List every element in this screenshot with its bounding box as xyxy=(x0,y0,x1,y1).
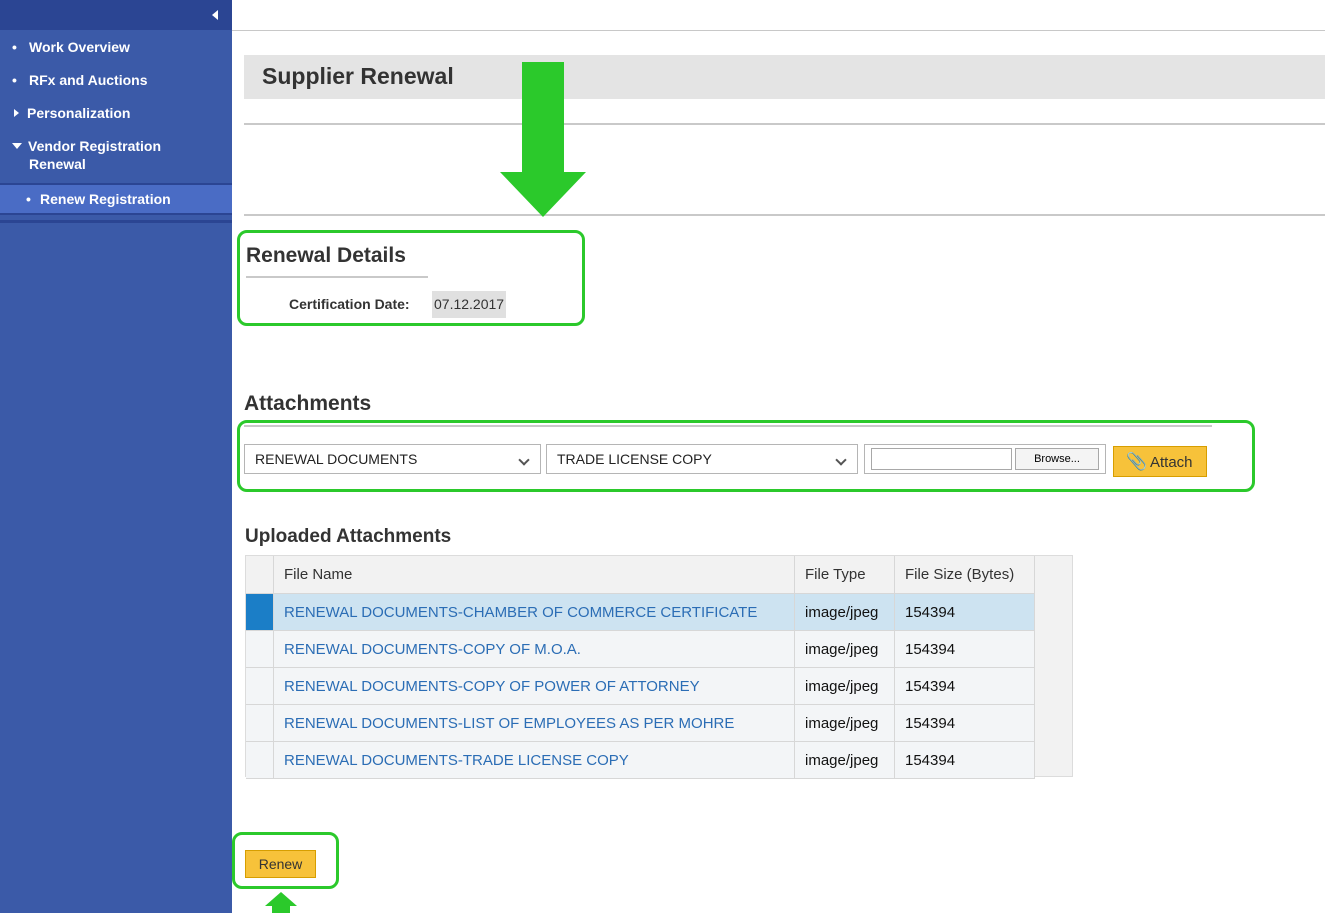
sidebar-item-personalization[interactable]: Personalization xyxy=(0,96,232,129)
page-header: Supplier Renewal xyxy=(244,55,1325,99)
highlight-renewal-details xyxy=(237,230,585,326)
uploaded-attachments-table: File Name File Type File Size (Bytes) RE… xyxy=(245,555,1073,779)
expand-arrow-icon xyxy=(14,109,19,117)
sidebar-header xyxy=(0,0,232,30)
file-size-cell: 154394 xyxy=(894,593,1035,631)
sidebar-item-rfx-auctions[interactable]: • RFx and Auctions xyxy=(0,63,232,96)
bullet-icon: • xyxy=(12,39,17,55)
table-row[interactable]: RENEWAL DOCUMENTS-CHAMBER OF COMMERCE CE… xyxy=(246,593,1035,631)
file-name-link[interactable]: RENEWAL DOCUMENTS-TRADE LICENSE COPY xyxy=(273,741,795,779)
row-selector[interactable] xyxy=(246,704,274,742)
file-size-cell: 154394 xyxy=(894,667,1035,705)
sidebar-item-label: RFx and Auctions xyxy=(29,72,148,88)
sidebar-item-renew-registration[interactable]: • Renew Registration xyxy=(0,183,232,215)
sidebar-item-label: Work Overview xyxy=(29,39,130,55)
bullet-icon: • xyxy=(26,191,31,207)
sidebar-nav: • Work Overview • RFx and Auctions Persona… xyxy=(0,30,232,180)
file-name-link[interactable]: RENEWAL DOCUMENTS-COPY OF POWER OF ATTOR… xyxy=(273,667,795,705)
divider xyxy=(244,123,1325,125)
row-selector[interactable] xyxy=(246,593,274,631)
sidebar-item-work-overview[interactable]: • Work Overview xyxy=(0,30,232,63)
arrow-up-shaft-icon xyxy=(272,905,290,913)
column-header-file-name[interactable]: File Name xyxy=(273,556,795,594)
file-type-cell: image/jpeg xyxy=(794,630,895,668)
divider xyxy=(232,30,1325,31)
file-type-cell: image/jpeg xyxy=(794,593,895,631)
highlight-attachments-row xyxy=(237,420,1255,492)
file-type-cell: image/jpeg xyxy=(794,704,895,742)
sidebar-item-label: Personalization xyxy=(27,105,131,121)
sidebar-item-label-line2: Renewal xyxy=(29,156,86,172)
arrow-down-head-icon xyxy=(500,172,586,217)
collapse-sidebar-icon[interactable] xyxy=(212,10,218,20)
file-type-cell: image/jpeg xyxy=(794,741,895,779)
row-selector[interactable] xyxy=(246,630,274,668)
file-name-link[interactable]: RENEWAL DOCUMENTS-LIST OF EMPLOYEES AS P… xyxy=(273,704,795,742)
uploaded-attachments-heading: Uploaded Attachments xyxy=(245,526,452,547)
file-name-link[interactable]: RENEWAL DOCUMENTS-COPY OF M.O.A. xyxy=(273,630,795,668)
table-row[interactable]: RENEWAL DOCUMENTS-COPY OF M.O.A. image/j… xyxy=(246,630,1035,668)
bullet-icon: • xyxy=(12,72,17,88)
sidebar: • Work Overview • RFx and Auctions Persona… xyxy=(0,0,232,913)
arrow-up-icon xyxy=(265,892,297,906)
main-content: Supplier Renewal Renewal Details Certifi… xyxy=(232,0,1325,913)
table-row[interactable]: RENEWAL DOCUMENTS-COPY OF POWER OF ATTOR… xyxy=(246,667,1035,705)
row-selector[interactable] xyxy=(246,741,274,779)
table-row[interactable]: RENEWAL DOCUMENTS-TRADE LICENSE COPY ima… xyxy=(246,741,1035,779)
arrow-down-icon xyxy=(522,62,564,174)
file-size-cell: 154394 xyxy=(894,630,1035,668)
divider xyxy=(244,214,1325,216)
column-header-file-size[interactable]: File Size (Bytes) xyxy=(894,556,1035,594)
table-header-row: File Name File Type File Size (Bytes) xyxy=(246,556,1035,594)
file-type-cell: image/jpeg xyxy=(794,667,895,705)
sidebar-item-label: Vendor Registration xyxy=(28,138,162,154)
attachments-heading: Attachments xyxy=(244,392,372,415)
sidebar-item-vendor-registration-renewal[interactable]: Vendor Registration Renewal xyxy=(0,129,232,180)
file-size-cell: 154394 xyxy=(894,741,1035,779)
file-name-link[interactable]: RENEWAL DOCUMENTS-CHAMBER OF COMMERCE CE… xyxy=(273,593,795,631)
sidebar-item-label: Renew Registration xyxy=(40,191,171,207)
page-title: Supplier Renewal xyxy=(262,63,454,89)
table-row[interactable]: RENEWAL DOCUMENTS-LIST OF EMPLOYEES AS P… xyxy=(246,704,1035,742)
file-size-cell: 154394 xyxy=(894,704,1035,742)
row-selector-header xyxy=(246,556,274,594)
collapse-arrow-icon xyxy=(12,143,22,149)
row-selector[interactable] xyxy=(246,667,274,705)
sidebar-divider xyxy=(0,220,232,223)
column-header-file-type[interactable]: File Type xyxy=(794,556,895,594)
highlight-renew-button xyxy=(232,832,339,889)
